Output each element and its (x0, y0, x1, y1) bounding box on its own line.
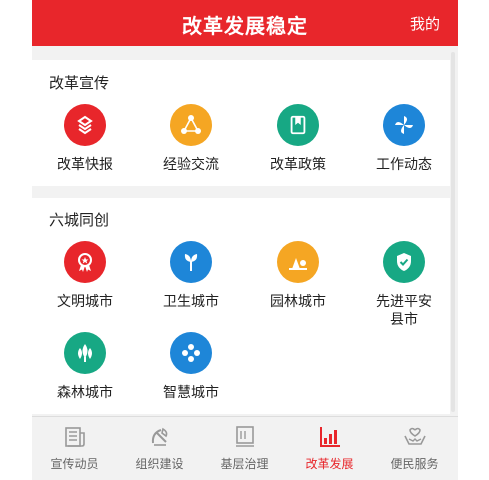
document-list-icon (202, 423, 287, 451)
section-title: 六城同创 (49, 211, 110, 229)
item-label: 工作动态 (376, 157, 432, 173)
tab-reform-development[interactable]: 改革发展 (287, 423, 372, 472)
section-six-cities: 六城同创 文明城市 卫生城市 园林城市 先进平安 县市 森林城市 智慧城市 (32, 198, 450, 414)
item-reform-policy[interactable]: 改革政策 (248, 104, 348, 174)
item-label: 森林城市 (57, 385, 113, 401)
shield-check-icon (383, 241, 425, 283)
tab-organization[interactable]: 组织建设 (117, 423, 202, 472)
item-label: 卫生城市 (163, 294, 219, 310)
scrollbar[interactable] (451, 52, 455, 412)
item-safe-county[interactable]: 先进平安 县市 (354, 241, 454, 329)
section-reform-publicity: 改革宣传 改革快报 经验交流 改革政策 工作动态 (32, 60, 450, 186)
tab-publicity[interactable]: 宣传动员 (32, 423, 117, 472)
share-network-icon (170, 104, 212, 146)
tab-label: 改革发展 (305, 457, 354, 471)
item-sanitary-city[interactable]: 卫生城市 (141, 241, 241, 311)
item-label: 文明城市 (57, 294, 113, 310)
item-forest-city[interactable]: 森林城市 (35, 332, 135, 402)
item-experience-exchange[interactable]: 经验交流 (141, 104, 241, 174)
tab-public-service[interactable]: 便民服务 (372, 423, 457, 472)
my-link[interactable]: 我的 (410, 13, 440, 34)
top-bar: 改革发展稳定 我的 (32, 0, 458, 46)
tab-governance[interactable]: 基层治理 (202, 423, 287, 472)
item-label: 改革快报 (57, 157, 113, 173)
leaf-sprout-icon (170, 241, 212, 283)
tab-label: 基层治理 (220, 457, 269, 471)
party-emblem-icon (117, 423, 202, 451)
item-work-updates[interactable]: 工作动态 (354, 104, 454, 174)
page-title: 改革发展稳定 (182, 14, 308, 38)
item-label: 经验交流 (163, 157, 219, 173)
newspaper-icon (32, 423, 117, 451)
item-label: 园林城市 (270, 294, 326, 310)
forest-trees-icon (64, 332, 106, 374)
app-screen: 改革发展稳定 我的 改革宣传 改革快报 经验交流 改革政策 工作动态 六城同创 … (32, 0, 458, 480)
tab-label: 宣传动员 (50, 457, 99, 471)
bar-chart-icon (287, 423, 372, 451)
item-reform-news[interactable]: 改革快报 (35, 104, 135, 174)
item-garden-city[interactable]: 园林城市 (248, 241, 348, 311)
helping-hands-icon (372, 423, 457, 451)
section-title: 改革宣传 (49, 74, 110, 92)
landscape-icon (277, 241, 319, 283)
item-civilized-city[interactable]: 文明城市 (35, 241, 135, 311)
item-label: 改革政策 (270, 157, 326, 173)
tab-label: 便民服务 (390, 457, 439, 471)
stacked-layers-icon (64, 104, 106, 146)
network-nodes-icon (170, 332, 212, 374)
medal-star-icon (64, 241, 106, 283)
bookmark-document-icon (277, 104, 319, 146)
item-label: 智慧城市 (163, 385, 219, 401)
item-label: 先进平安 县市 (376, 294, 432, 328)
tab-label: 组织建设 (135, 457, 184, 471)
pinwheel-icon (383, 104, 425, 146)
item-smart-city[interactable]: 智慧城市 (141, 332, 241, 402)
bottom-tab-bar: 宣传动员 组织建设 基层治理 改革发展 便民服务 (32, 416, 458, 480)
